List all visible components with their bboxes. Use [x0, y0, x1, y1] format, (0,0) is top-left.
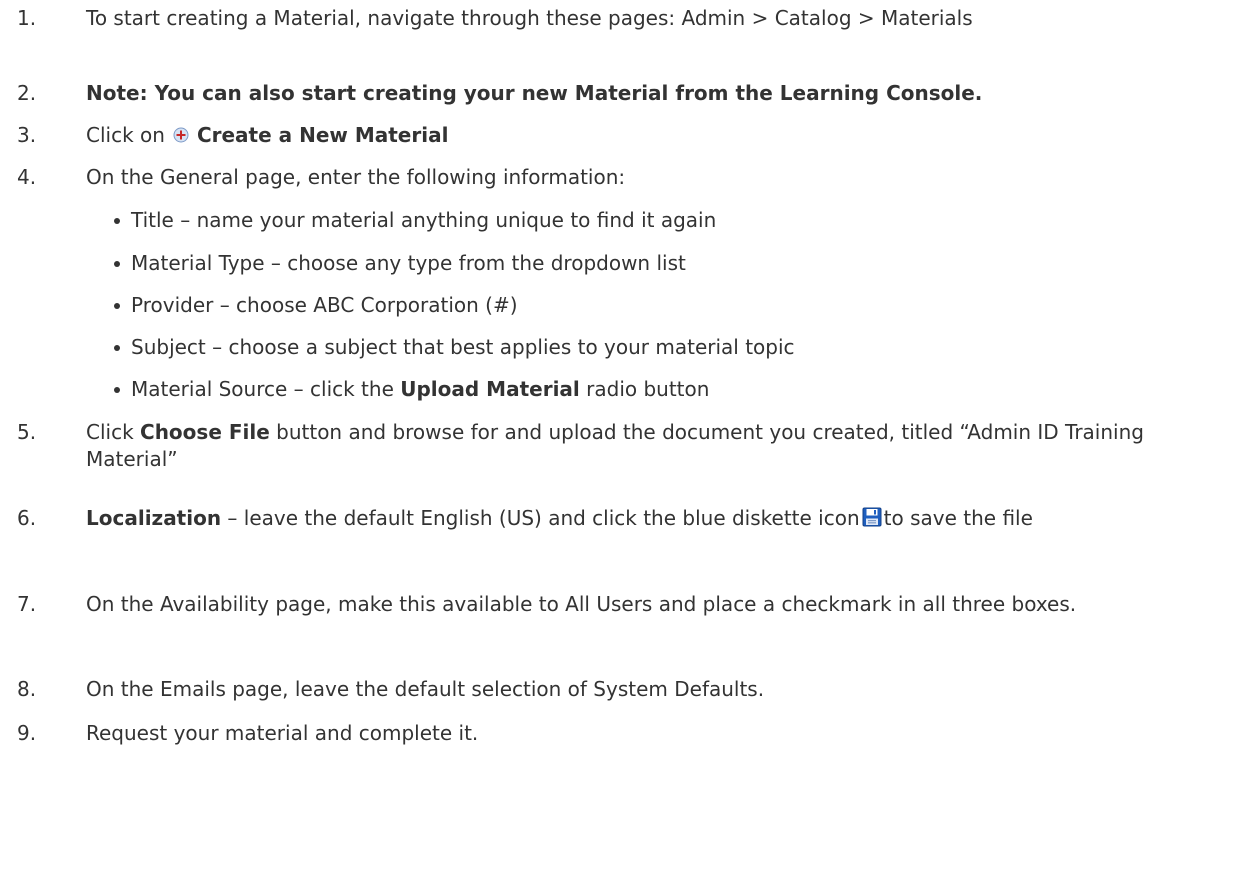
- step-number: 5.: [17, 420, 37, 444]
- step-text-bold: Localization: [86, 506, 222, 530]
- step-number: 4.: [17, 165, 37, 189]
- bullet-dot: [114, 303, 120, 309]
- list-item-text: Title – name your material anything uniq…: [131, 208, 717, 232]
- list-item-text: Provider – choose ABC Corporation (#): [131, 293, 518, 317]
- step-text: Click on Create a New Material: [86, 122, 1226, 149]
- bullet-dot: [114, 218, 120, 224]
- list-item-text-bold: Upload Material: [400, 377, 580, 401]
- bullet-dot: [114, 345, 120, 351]
- list-item-text: Material Source – click the Upload Mater…: [131, 376, 709, 403]
- step-number: 8.: [17, 677, 37, 701]
- step-number: 1.: [17, 6, 37, 30]
- bullet-dot: [114, 261, 120, 267]
- instructions-document: 1. To start creating a Material, navigat…: [0, 0, 1243, 877]
- step-text: Click Choose File button and browse for …: [86, 419, 1226, 473]
- plus-icon: [173, 123, 189, 143]
- step-text: On the General page, enter the following…: [86, 165, 626, 189]
- list-item-text: Material Type – choose any type from the…: [131, 251, 686, 275]
- step-number: 6.: [17, 506, 37, 530]
- step-number: 3.: [17, 123, 37, 147]
- list-item-text-after: radio button: [579, 377, 710, 401]
- step-text-after: to save the file: [883, 506, 1033, 530]
- step-text: To start creating a Material, navigate t…: [86, 6, 973, 30]
- diskette-icon: [862, 507, 882, 527]
- step-text-before: Click: [86, 420, 141, 444]
- step-text: Localization – leave the default English…: [86, 505, 1226, 532]
- step-text-before: – leave the default English (US) and cli…: [221, 506, 860, 530]
- step-text-before: Click on: [86, 123, 165, 147]
- list-item-text-before: Material Source – click the: [131, 377, 401, 401]
- list-item-text: Subject – choose a subject that best app…: [131, 335, 795, 359]
- bullet-dot: [114, 387, 120, 393]
- step-text: On the Availability page, make this avai…: [86, 592, 1077, 616]
- step-number: 2.: [17, 81, 37, 105]
- step-number: 9.: [17, 721, 37, 745]
- step-text-bold: Create a New Material: [196, 123, 449, 147]
- step-number: 7.: [17, 592, 37, 616]
- step-text: Request your material and complete it.: [86, 721, 479, 745]
- step-text: Note: You can also start creating your n…: [86, 81, 983, 105]
- step-text-bold: Choose File: [140, 420, 270, 444]
- step-text: On the Emails page, leave the default se…: [86, 677, 765, 701]
